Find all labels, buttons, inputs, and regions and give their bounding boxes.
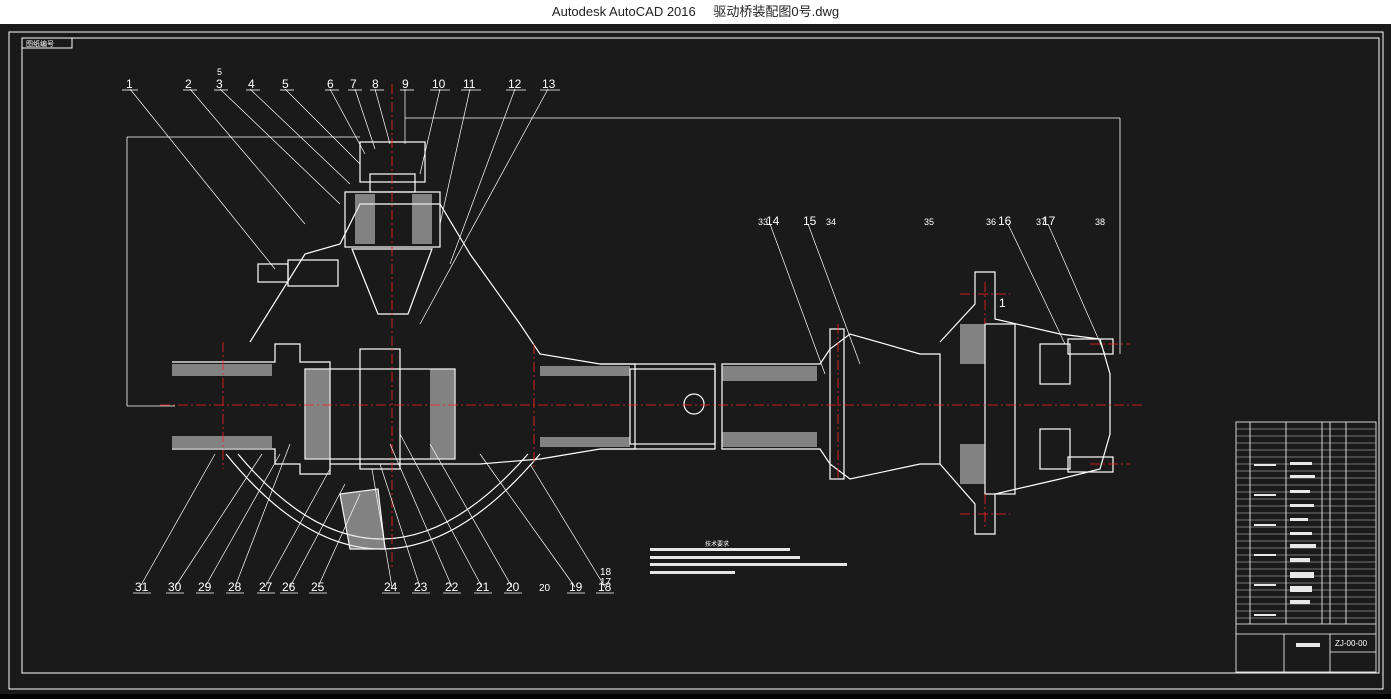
tech-requirements-title: 技术要求 xyxy=(705,540,729,548)
label-20-extra: 20 xyxy=(539,583,551,594)
label-36: 36 xyxy=(986,217,996,227)
balloon-2: 2 xyxy=(185,77,192,91)
tech-requirements-text xyxy=(650,548,847,574)
label-17-extra: 17 xyxy=(600,577,612,588)
half-shaft-hub xyxy=(721,271,1114,535)
balloon-13: 13 xyxy=(542,77,556,91)
app-title: Autodesk AutoCAD 2016 xyxy=(551,4,696,19)
balloon-29: 29 xyxy=(198,580,212,594)
parts-list-entries xyxy=(1254,462,1320,647)
label-37: 37 xyxy=(1036,217,1046,227)
balloon-7: 7 xyxy=(350,77,357,91)
right-balloons: 14 15 16 17 xyxy=(766,214,1056,228)
balloon-16: 16 xyxy=(998,214,1012,228)
balloon-14: 14 xyxy=(766,214,780,228)
balloon-25: 25 xyxy=(311,580,325,594)
balloon-23: 23 xyxy=(414,580,428,594)
balloon-3: 3 xyxy=(216,77,223,91)
center-lines xyxy=(160,84,1145,569)
balloon-11: 11 xyxy=(463,77,476,91)
balloon-6: 6 xyxy=(327,77,334,91)
leader-lines xyxy=(129,88,1106,588)
balloon-1: 1 xyxy=(126,77,133,91)
drawing-viewport[interactable]: 图纸编号 1 2 3 4 5 6 7 8 9 10 11 12 13 5 31 … xyxy=(0,24,1391,694)
balloon-20: 20 xyxy=(506,580,520,594)
flange-label: 1 xyxy=(999,296,1006,310)
balloon-8: 8 xyxy=(372,77,379,91)
balloon-5-extra: 5 xyxy=(217,67,222,77)
balloon-19: 19 xyxy=(569,580,583,594)
balloon-15: 15 xyxy=(803,214,817,228)
balloon-27: 27 xyxy=(259,580,273,594)
balloon-5: 5 xyxy=(282,77,289,91)
balloon-21: 21 xyxy=(476,580,490,594)
label-38: 38 xyxy=(1095,217,1105,227)
differential-housing xyxy=(172,141,716,550)
balloon-30: 30 xyxy=(168,580,182,594)
balloon-9: 9 xyxy=(402,77,409,91)
frame-tag: 图纸编号 xyxy=(26,39,54,48)
balloon-10: 10 xyxy=(432,77,446,91)
window-title-bar: Autodesk AutoCAD 2016 驱动桥装配图0号.dwg xyxy=(0,0,1391,24)
top-balloons: 1 2 3 4 5 6 7 8 9 10 11 12 13 5 xyxy=(126,67,556,91)
inner-frame xyxy=(21,37,1380,674)
balloon-28: 28 xyxy=(228,580,242,594)
file-name: 驱动桥装配图0号.dwg xyxy=(713,4,840,19)
balloon-26: 26 xyxy=(282,580,296,594)
label-35: 35 xyxy=(924,217,934,227)
label-34: 34 xyxy=(826,217,836,227)
balloon-22: 22 xyxy=(445,580,459,594)
balloon-4: 4 xyxy=(248,77,255,91)
balloon-12: 12 xyxy=(508,77,522,91)
bottom-balloons: 31 30 29 28 27 26 25 24 23 22 21 20 19 1… xyxy=(135,567,612,594)
title-block-code: ZJ-00-00 xyxy=(1335,639,1368,648)
balloon-24: 24 xyxy=(384,580,398,594)
outer-frame xyxy=(8,31,1384,690)
hub-hatching xyxy=(722,324,985,484)
balloon-31: 31 xyxy=(135,580,149,594)
drawing-canvas: 图纸编号 1 2 3 4 5 6 7 8 9 10 11 12 13 5 31 … xyxy=(8,31,1384,690)
label-33: 33 xyxy=(758,217,768,227)
